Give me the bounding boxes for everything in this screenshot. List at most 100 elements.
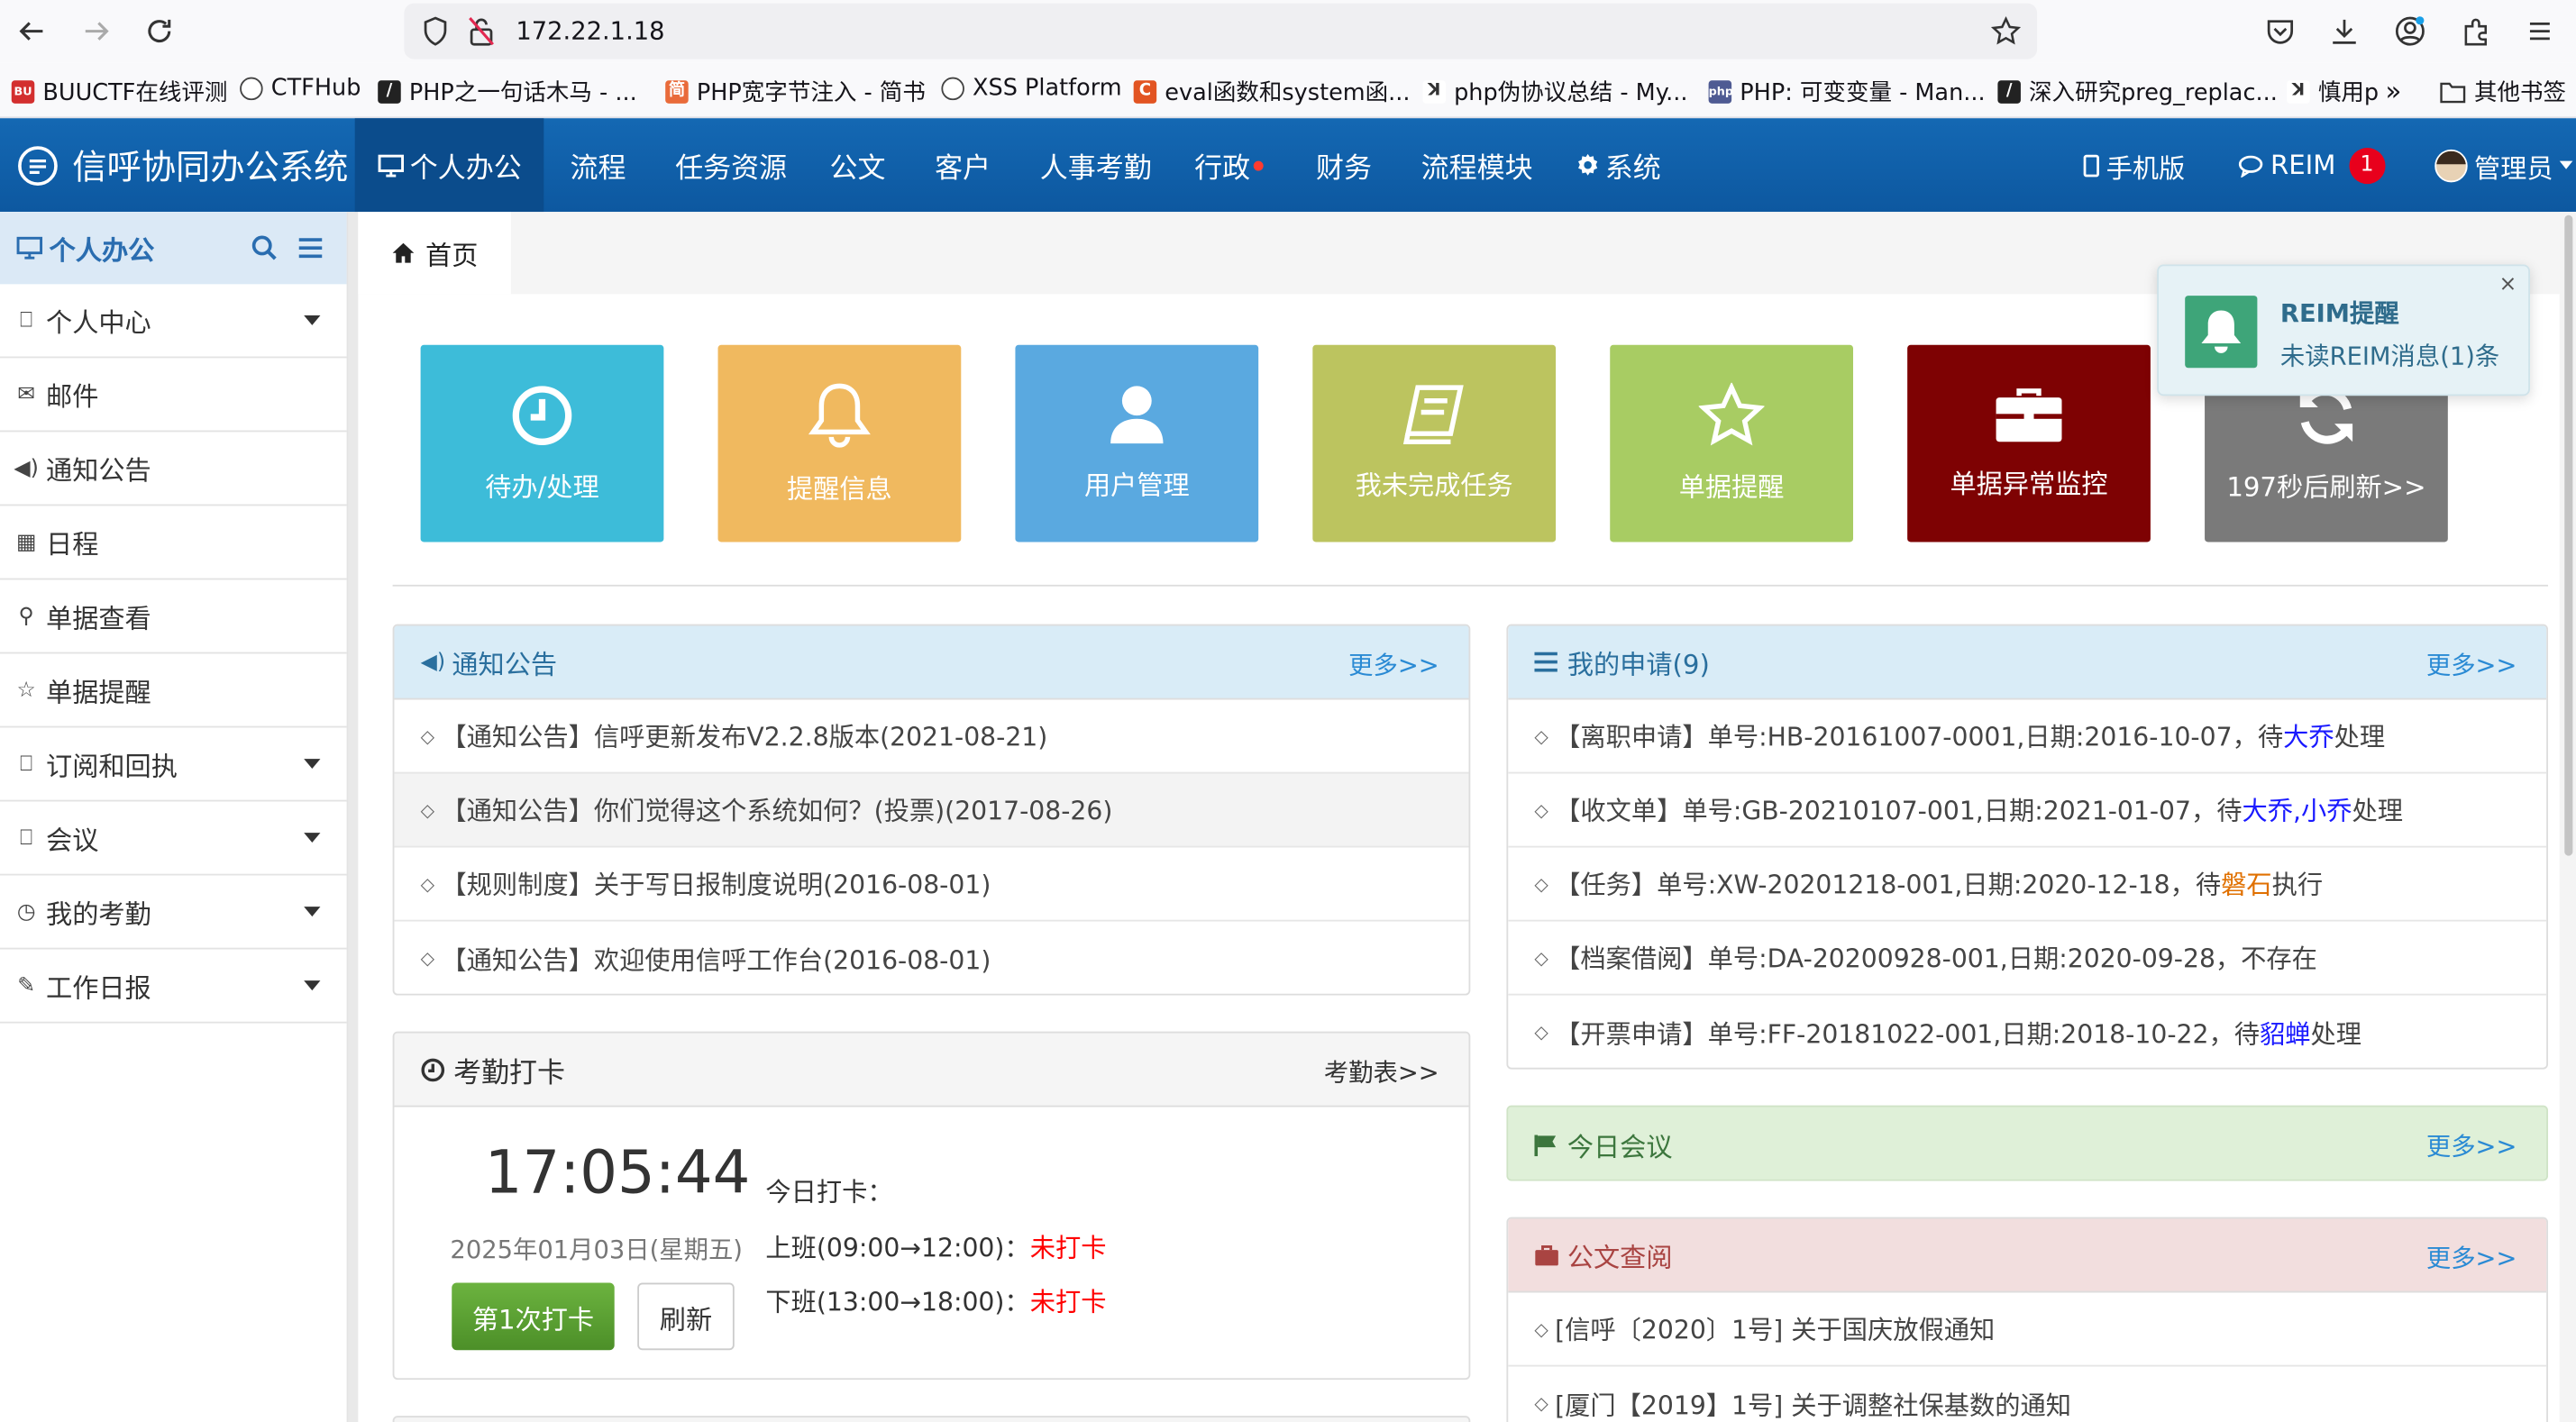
nav-label: 流程模块 <box>1420 152 1533 186</box>
bookmark-careful[interactable]: ꓘ 慎用p <box>2287 76 2379 108</box>
sidebar-item-personal-center[interactable]: ⎕ 个人中心 <box>0 284 347 359</box>
forward-icon[interactable] <box>78 14 114 50</box>
sidebar-item-label: 通知公告 <box>46 454 151 487</box>
bookmark-php-protocol[interactable]: ꓘ php伪协议总结 - My... <box>1422 76 1688 108</box>
url-text[interactable]: 172.22.1.18 <box>516 16 664 46</box>
sidebar-item-document-view[interactable]: ⚲ 单据查看 <box>0 579 347 654</box>
search-icon[interactable] <box>251 235 278 261</box>
nav-system[interactable]: 系统 <box>1572 118 1664 212</box>
meeting-panel: 今日会议 更多>> <box>1506 1105 2549 1181</box>
attendance-table-link[interactable]: 考勤表>> <box>1324 1054 1439 1089</box>
bookmarks-overflow-icon[interactable]: » <box>2386 76 2402 107</box>
tile-document-reminders[interactable]: 单据提醒 <box>1610 344 1854 542</box>
nav-label: 人事考勤 <box>1039 152 1152 186</box>
list-item[interactable]: ◇ 【档案借阅】单号:DA-20200928-001,日期:2020-09-28，… <box>1508 922 2547 996</box>
close-icon[interactable]: × <box>2498 273 2517 297</box>
mobile-version-link[interactable]: 手机版 <box>2080 118 2188 212</box>
punch-in-button[interactable]: 第1次打卡 <box>452 1282 615 1351</box>
nav-administration[interactable]: 行政 <box>1191 118 1266 212</box>
nav-process-modules[interactable]: 流程模块 <box>1418 118 1536 212</box>
reim-link[interactable]: REIM 1 <box>2234 118 2389 212</box>
url-bar[interactable]: 172.22.1.18 <box>404 3 2038 59</box>
other-bookmarks[interactable]: 其他书签 <box>2440 76 2566 108</box>
chat-icon <box>2238 154 2263 177</box>
bookmark-xss[interactable]: XSS Platform <box>941 76 1122 102</box>
list-item[interactable]: ◇ 【收文单】单号:GB-20210107-001,日期:2021-01-07，待… <box>1508 773 2547 848</box>
more-link[interactable]: 更多>> <box>2426 1240 2517 1274</box>
app-brand[interactable]: 信呼协同办公系统 <box>16 141 348 191</box>
bookmark-eval[interactable]: Ceval函数和system函... <box>1133 76 1411 108</box>
tab-home[interactable]: 首页 <box>358 212 511 295</box>
sidebar-item-daily-report[interactable]: ✎ 工作日报 <box>0 950 347 1024</box>
bookmark-star-icon[interactable] <box>1987 14 2023 50</box>
list-item[interactable]: ◇ 【通知公告】欢迎使用信呼工作台(2016-08-01) <box>394 922 1468 994</box>
list-item[interactable]: ◇ 【离职申请】单号:HB-20161007-0001,日期:2016-10-07… <box>1508 699 2547 774</box>
insecure-lock-icon[interactable] <box>463 14 499 50</box>
user-menu[interactable]: 管理员 <box>2432 118 2576 212</box>
flag-icon <box>1534 1134 1557 1156</box>
list-toggle-icon[interactable] <box>297 235 324 261</box>
more-link[interactable]: 更多>> <box>2426 1128 2517 1162</box>
tile-todo[interactable]: 待办/处理 <box>420 344 664 542</box>
panel-title: 考勤打卡 <box>453 1056 566 1090</box>
tile-user-management[interactable]: 用户管理 <box>1015 344 1259 542</box>
current-time: 17:05:44 <box>484 1139 751 1208</box>
back-icon[interactable] <box>14 14 50 50</box>
bookmark-ctfhub[interactable]: CTFHub <box>240 76 361 102</box>
csdn-icon: / <box>378 80 401 104</box>
bookmark-preg[interactable]: / 深入研究preg_replac... <box>1997 76 2278 108</box>
nav-documents[interactable]: 公文 <box>827 118 889 212</box>
account-icon[interactable] <box>2392 14 2428 50</box>
tile-document-anomaly[interactable]: 单据异常监控 <box>1907 344 2151 542</box>
sidebar-item-subscriptions[interactable]: ⎕ 订阅和回执 <box>0 727 347 802</box>
nav-label: 系统 <box>1604 152 1661 186</box>
bookmark-label: PHP: 可变变量 - Man... <box>1740 80 1986 107</box>
shield-icon[interactable] <box>417 14 453 50</box>
more-link[interactable]: 更多>> <box>2426 647 2517 681</box>
toast-title: REIM提醒 <box>2279 298 2399 329</box>
reim-notification[interactable]: REIM提醒 未读REIM消息(1)条 × <box>2157 264 2530 397</box>
tile-unfinished-tasks[interactable]: 我未完成任务 <box>1312 344 1557 542</box>
list-item[interactable]: ◇ 【通知公告】你们觉得这个系统如何？(投票)(2017-08-26) <box>394 773 1469 848</box>
assignee-name: 磐石 <box>2221 871 2272 900</box>
list-item[interactable]: ◇ 【通知公告】信呼更新发布V2.2.8版本(2021-08-21) <box>394 699 1469 774</box>
sidebar-item-my-attendance[interactable]: ◷ 我的考勤 <box>0 875 347 950</box>
sidebar-item-document-reminder[interactable]: ☆ 单据提醒 <box>0 653 347 728</box>
nav-process[interactable]: 流程 <box>567 118 629 212</box>
more-link[interactable]: 更多>> <box>1348 647 1439 681</box>
list-item[interactable]: ◇ [信呼〔2020〕1号] 关于国庆放假通知 <box>1508 1292 2547 1367</box>
list-item[interactable]: ◇ 【规则制度】关于写日报制度说明(2016-08-01) <box>394 848 1469 922</box>
nav-hr-attendance[interactable]: 人事考勤 <box>1037 118 1155 212</box>
refresh-button[interactable]: 刷新 <box>637 1282 735 1351</box>
bookmark-php-variable[interactable]: php PHP: 可变变量 - Man... <box>1708 76 1986 108</box>
list-item[interactable]: ◇ [厦门【2019】1号] 关于调整社保基数的通知 <box>1508 1366 2546 1422</box>
sidebar-item-label: 会议 <box>46 824 99 856</box>
bookmark-php-trojan[interactable]: / PHP之一句话木马 - ... <box>378 76 637 108</box>
download-icon[interactable] <box>2326 14 2362 50</box>
sidebar-splitter[interactable] <box>348 212 359 1422</box>
bookmark-php-wide[interactable]: 简 PHP宽字节注入 - 简书 <box>665 76 926 108</box>
panel-title: 我的申请(9) <box>1567 648 1710 680</box>
sidebar-item-schedule[interactable]: ▦ 日程 <box>0 506 347 580</box>
menu-icon[interactable] <box>2522 14 2558 50</box>
scrollbar-thumb[interactable] <box>2564 214 2573 856</box>
nav-finance[interactable]: 财务 <box>1312 118 1375 212</box>
mobile-icon <box>2083 153 2099 177</box>
mobile-label: 手机版 <box>2106 151 2186 184</box>
slash-icon: ꓘ <box>2287 80 2310 104</box>
extensions-icon[interactable] <box>2458 14 2494 50</box>
sidebar-item-notices[interactable]: ◀) 通知公告 <box>0 432 347 506</box>
sidebar-item-mail[interactable]: ✉ 邮件 <box>0 358 347 433</box>
nav-task-resources[interactable]: 任务资源 <box>671 118 790 212</box>
nav-personal-office[interactable]: 个人办公 <box>354 118 544 213</box>
reload-icon[interactable] <box>142 14 178 50</box>
pocket-icon[interactable] <box>2262 14 2298 50</box>
assignee-name: 大乔,小乔 <box>2242 797 2352 826</box>
sidebar-title: 个人办公 <box>49 234 155 267</box>
sidebar-item-meetings[interactable]: ⎕ 会议 <box>0 801 347 876</box>
list-item[interactable]: ◇ 【开票申请】单号:FF-20181022-001,日期:2018-10-22，… <box>1508 996 2546 1068</box>
list-item[interactable]: ◇ 【任务】单号:XW-20201218-001,日期:2020-12-18，待磐… <box>1508 848 2547 922</box>
nav-customers[interactable]: 客户 <box>931 118 993 212</box>
tile-reminders[interactable]: 提醒信息 <box>717 344 962 542</box>
bookmark-buuctf[interactable]: BU BUUCTF在线评测 <box>11 76 227 108</box>
